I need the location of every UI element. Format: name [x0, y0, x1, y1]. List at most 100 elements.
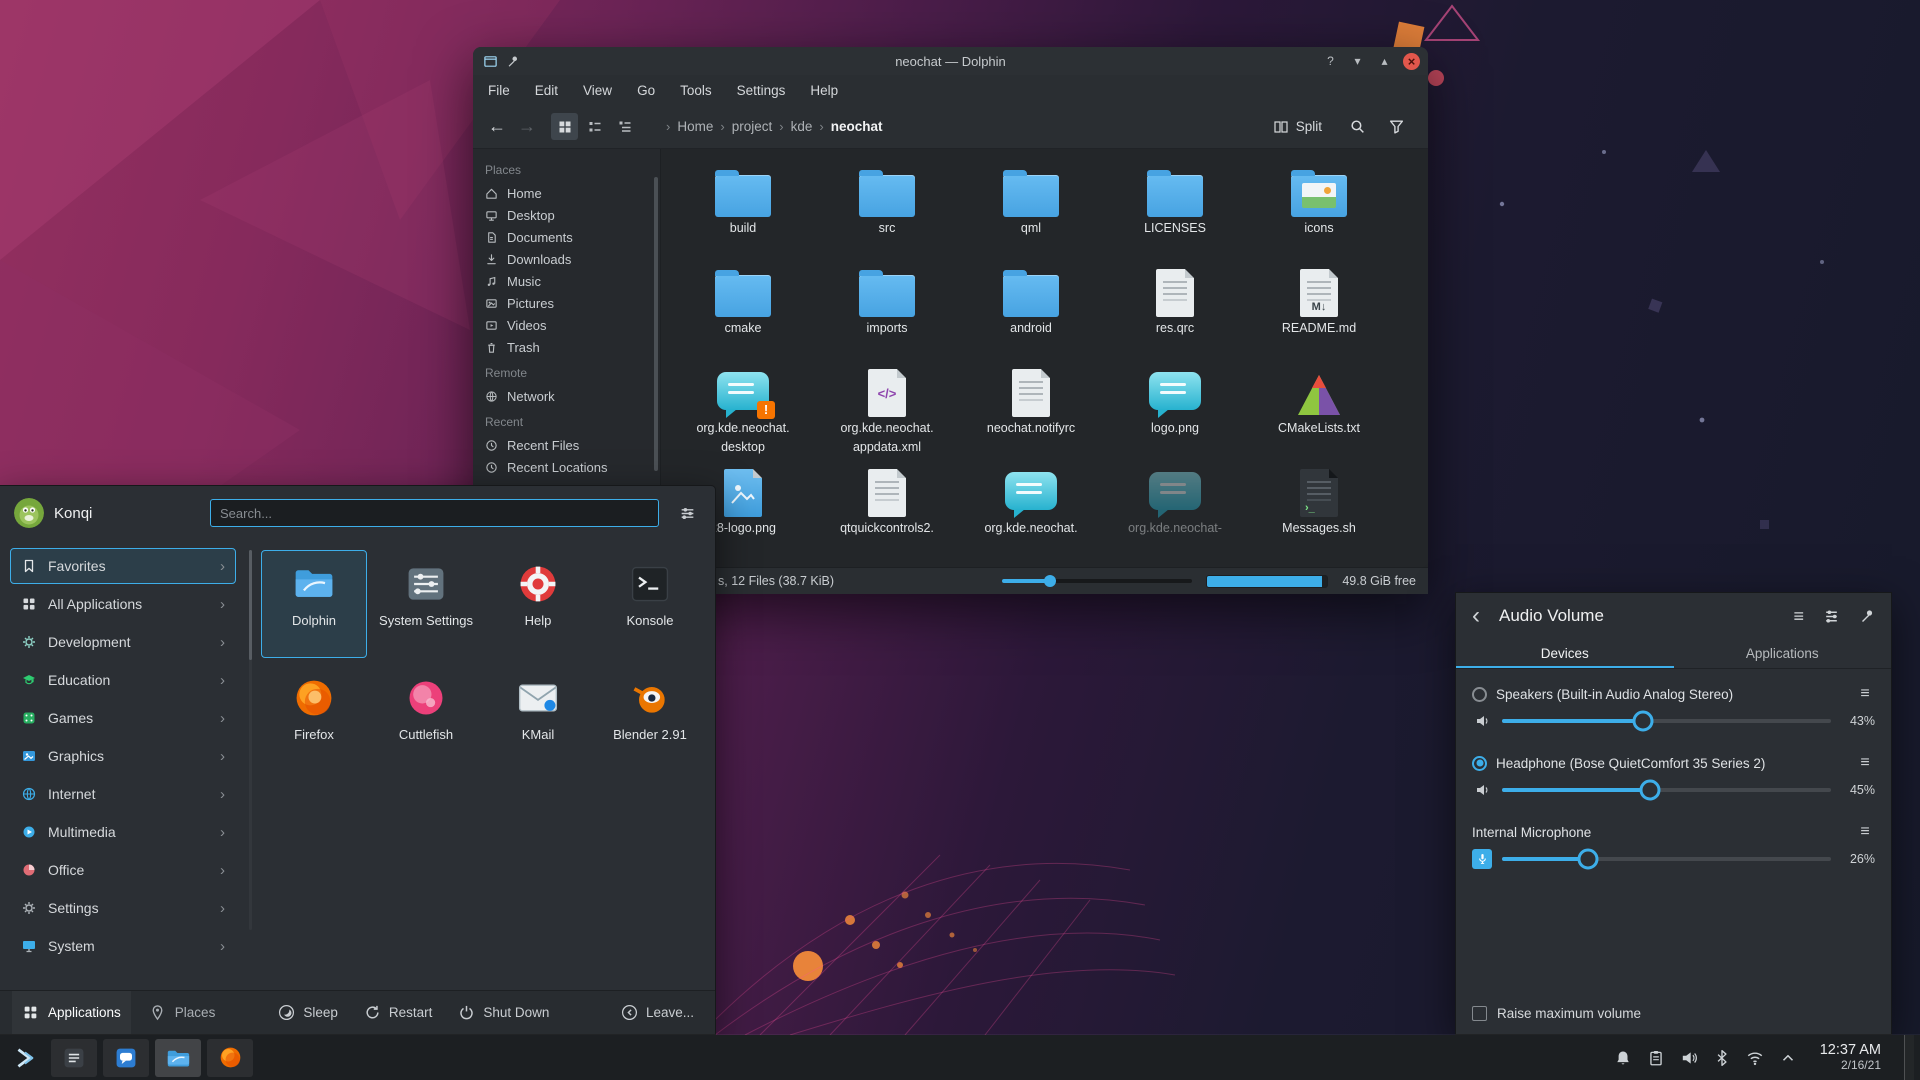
category-settings[interactable]: Settings › [10, 890, 236, 926]
back-chevron-icon[interactable]: ‹ [1472, 604, 1486, 628]
radio-button[interactable] [1472, 686, 1487, 702]
help-titlebar-button[interactable]: ? [1322, 53, 1339, 70]
task-chat[interactable] [103, 1038, 149, 1077]
shutdown-button[interactable]: Shut Down [449, 1004, 558, 1021]
file-licenses[interactable]: LICENSES [1107, 169, 1243, 269]
menu-go[interactable]: Go [637, 83, 655, 98]
category-internet[interactable]: Internet › [10, 776, 236, 812]
compact-view-button[interactable] [581, 113, 608, 140]
file-cmake[interactable]: cmake [675, 269, 811, 369]
zoom-slider[interactable] [1002, 575, 1193, 587]
expand-tray-chevron-icon[interactable] [1779, 1049, 1797, 1067]
volume-slider[interactable] [1502, 718, 1831, 723]
search-input[interactable] [210, 499, 659, 527]
menu-settings[interactable]: Settings [737, 83, 786, 98]
app-system-settings[interactable]: System Settings [373, 550, 479, 658]
raise-volume-checkbox[interactable] [1472, 1006, 1487, 1021]
file-readme[interactable]: M↓ README.md [1251, 269, 1387, 369]
file-appdata-xml[interactable]: </> org.kde.neochat. appdata.xml [819, 369, 955, 469]
maximize-button[interactable]: ▴ [1376, 53, 1393, 70]
configure-icon[interactable] [673, 499, 701, 527]
file-neochat-desktop[interactable]: ! org.kde.neochat. desktop [675, 369, 811, 469]
show-desktop-button[interactable] [1904, 1035, 1914, 1080]
task-editor[interactable] [51, 1038, 97, 1077]
app-dolphin[interactable]: Dolphin [261, 550, 367, 658]
place-videos[interactable]: Videos [473, 314, 660, 336]
file-cmakelists[interactable]: CMakeLists.txt [1251, 369, 1387, 469]
app-cuttlefish[interactable]: Cuttlefish [373, 664, 479, 772]
mixer-icon[interactable] [1823, 608, 1840, 625]
place-documents[interactable]: Documents [473, 226, 660, 248]
file-imports[interactable]: imports [819, 269, 955, 369]
tab-applications[interactable]: Applications [12, 991, 131, 1034]
microphone-icon[interactable] [1472, 848, 1492, 869]
breadcrumb-kde[interactable]: kde [791, 119, 813, 134]
menu-icon[interactable]: ≡ [1793, 606, 1804, 627]
filter-icon[interactable] [1383, 113, 1410, 140]
details-view-button[interactable] [611, 113, 638, 140]
menu-tools[interactable]: Tools [680, 83, 712, 98]
clock[interactable]: 12:37 AM 2/16/21 [1820, 1042, 1881, 1072]
app-help[interactable]: Help [485, 550, 591, 658]
task-firefox[interactable] [207, 1038, 253, 1077]
sleep-button[interactable]: Sleep [269, 1004, 347, 1021]
category-all-applications[interactable]: All Applications › [10, 586, 236, 622]
file-neochat-notification[interactable]: org.kde.neochat- [1107, 469, 1243, 567]
radio-button-selected[interactable] [1472, 755, 1487, 771]
speaker-icon[interactable] [1472, 780, 1492, 800]
place-network[interactable]: Network [473, 385, 660, 407]
place-trash[interactable]: Trash [473, 336, 660, 358]
tab-devices[interactable]: Devices [1456, 639, 1674, 668]
breadcrumb-neochat[interactable]: neochat [831, 119, 883, 134]
bluetooth-icon[interactable] [1713, 1049, 1731, 1067]
place-downloads[interactable]: Downloads [473, 248, 660, 270]
app-firefox[interactable]: Firefox [261, 664, 367, 772]
place-home[interactable]: Home [473, 182, 660, 204]
category-development[interactable]: Development › [10, 624, 236, 660]
app-konsole[interactable]: Konsole [597, 550, 703, 658]
file-messages-sh[interactable]: ›_ Messages.sh [1251, 469, 1387, 567]
file-neochat-json[interactable]: org.kde.neochat. [963, 469, 1099, 567]
place-recent-files[interactable]: Recent Files [473, 434, 660, 456]
volume-slider[interactable] [1502, 787, 1831, 792]
network-wifi-icon[interactable] [1746, 1049, 1764, 1067]
category-games[interactable]: Games › [10, 700, 236, 736]
file-notifyrc[interactable]: neochat.notifyrc [963, 369, 1099, 469]
menu-view[interactable]: View [583, 83, 612, 98]
file-android[interactable]: android [963, 269, 1099, 369]
tab-places[interactable]: Places [139, 991, 226, 1034]
application-launcher-button[interactable] [0, 1035, 48, 1080]
file-qml[interactable]: qml [963, 169, 1099, 269]
menu-help[interactable]: Help [810, 83, 838, 98]
close-button[interactable]: × [1403, 52, 1420, 70]
restart-button[interactable]: Restart [355, 1004, 442, 1021]
launcher-scrollbar[interactable] [249, 550, 252, 930]
place-music[interactable]: Music [473, 270, 660, 292]
zoom-slider-handle[interactable] [1043, 575, 1056, 587]
place-pictures[interactable]: Pictures [473, 292, 660, 314]
clipboard-icon[interactable] [1647, 1049, 1665, 1067]
breadcrumb-home[interactable]: Home [677, 119, 713, 134]
device-menu-icon[interactable]: ≡ [1855, 685, 1875, 703]
device-menu-icon[interactable]: ≡ [1855, 823, 1875, 841]
category-favorites[interactable]: Favorites › [10, 548, 236, 584]
leave-button[interactable]: Leave... [612, 1004, 703, 1021]
file-qtquickcontrols[interactable]: qtquickcontrols2. [819, 469, 955, 567]
place-recent-locations[interactable]: Recent Locations [473, 456, 660, 478]
category-education[interactable]: Education › [10, 662, 236, 698]
menu-edit[interactable]: Edit [535, 83, 558, 98]
file-src[interactable]: src [819, 169, 955, 269]
menu-file[interactable]: File [488, 83, 510, 98]
tab-applications[interactable]: Applications [1674, 639, 1892, 668]
dolphin-titlebar[interactable]: neochat — Dolphin ? ▾ ▴ × [473, 47, 1428, 75]
file-build[interactable]: build [675, 169, 811, 269]
back-button[interactable]: ← [485, 116, 509, 137]
app-kmail[interactable]: KMail [485, 664, 591, 772]
pin-icon[interactable] [506, 54, 520, 68]
breadcrumb-project[interactable]: project [732, 119, 773, 134]
search-icon[interactable] [1344, 113, 1371, 140]
icons-view-button[interactable] [551, 113, 578, 140]
file-icons[interactable]: icons [1251, 169, 1387, 269]
speaker-icon[interactable] [1472, 711, 1492, 731]
volume-slider[interactable] [1502, 856, 1831, 861]
